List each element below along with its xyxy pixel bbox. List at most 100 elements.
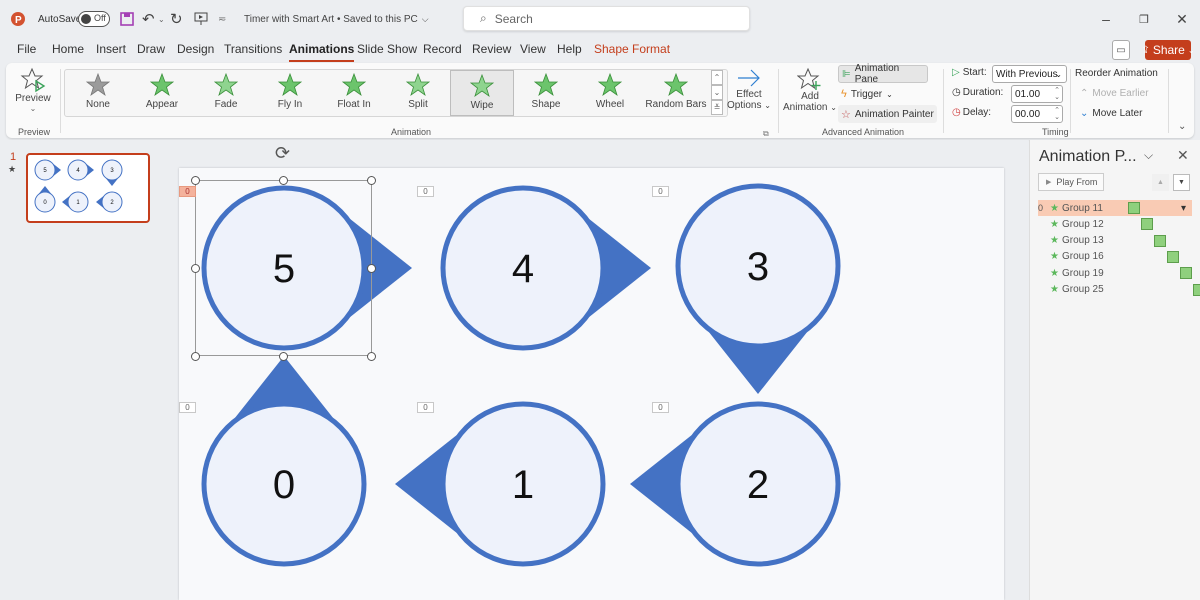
animation-pane-item[interactable]: ★ Group 19 [1038,265,1192,281]
undo-icon[interactable]: ↶ [142,0,155,38]
animation-tag[interactable]: 0 [417,186,434,197]
animation-fly-in[interactable]: Fly In [258,70,322,116]
tab-review[interactable]: Review [472,42,511,60]
animation-tag[interactable]: 0 [179,186,196,197]
pane-options-chevron-icon[interactable]: ⌵ [1144,148,1153,163]
thumbnail-shape[interactable]: 1 [62,191,89,213]
duration-input[interactable]: 01.00 ⌃ ⌄ [1011,85,1063,103]
resize-handle[interactable] [367,176,376,185]
move-down-button[interactable]: ▼ [1173,174,1190,191]
rotate-handle-icon[interactable]: ⟳ [275,143,290,164]
thumbnail-shape[interactable]: 5 [34,159,61,181]
autosave-label: AutoSave [38,13,82,25]
animation-none[interactable]: None [66,70,130,116]
thumbnail-shape[interactable]: 3 [101,159,123,186]
autosave-toggle[interactable]: Off [78,0,110,38]
dialog-launcher-icon[interactable]: ⧉ [763,129,769,139]
delay-input[interactable]: 00.00 ⌃ ⌄ [1011,105,1063,123]
timeline-bar[interactable] [1193,283,1200,296]
minimize-button[interactable]: – [1092,8,1120,30]
restore-button[interactable]: ❐ [1130,8,1158,30]
animation-tag[interactable]: 0 [417,402,434,413]
timeline-bar[interactable] [1128,202,1140,214]
animation-pane-item[interactable]: ★ Group 13 [1038,233,1192,249]
resize-handle[interactable] [191,264,200,273]
effect-options-button[interactable]: Effect Options ⌄ [727,67,771,119]
move-later-button[interactable]: ⌄ Move Later [1080,108,1142,119]
tab-draw[interactable]: Draw [137,42,165,60]
tab-slide-show[interactable]: Slide Show [357,42,417,60]
tab-design[interactable]: Design [177,42,214,60]
search-input[interactable]: ⌕ Search [463,6,750,31]
animation-pane-item[interactable]: ★ Group 12 [1038,216,1192,232]
redo-icon[interactable]: ↻ [170,0,183,38]
move-up-button[interactable]: ▲ [1152,174,1169,191]
resize-handle[interactable] [367,264,376,273]
comments-button[interactable]: ▭ [1112,40,1130,60]
document-title[interactable]: Timer with Smart Art • Saved to this PC ⌵ [244,0,429,38]
timeline-bar[interactable] [1180,267,1192,280]
animation-wheel[interactable]: Wheel [578,70,642,116]
animation-split[interactable]: Split [386,70,450,116]
thumbnail-shape[interactable]: 4 [67,159,94,181]
resize-handle[interactable] [191,176,200,185]
animation-pane-item[interactable]: ★ Group 25 [1038,282,1200,298]
tab-file[interactable]: File [17,42,36,60]
timeline-bar[interactable] [1167,250,1179,263]
spinner-icon[interactable]: ⌃ ⌄ [1054,87,1060,101]
tab-shape-format[interactable]: Shape Format [594,42,670,60]
close-button[interactable]: ✕ [1168,8,1196,30]
gallery-scroll-down[interactable]: ⌄ [711,85,723,100]
play-from-button[interactable]: ▶ Play From [1038,173,1104,191]
item-dropdown-icon[interactable]: ▾ [1181,203,1186,214]
thumbnail-shape[interactable]: 2 [96,191,123,213]
animation-wipe[interactable]: Wipe [450,70,514,116]
animation-random-bars[interactable]: Random Bars [642,70,710,116]
add-animation-label: Add [801,91,819,102]
animation-tag[interactable]: 0 [652,186,669,197]
animation-float-in[interactable]: Float In [322,70,386,116]
close-pane-button[interactable]: ✕ [1177,147,1189,164]
autosave-state: Off [94,13,106,23]
spinner-icon[interactable]: ⌃ ⌄ [1054,107,1060,121]
add-animation-button[interactable]: Add Animation ⌄ [782,67,838,119]
slide-thumbnail-1[interactable]: 543 012 [26,153,150,223]
tab-record[interactable]: Record [423,42,462,60]
resize-handle[interactable] [279,176,288,185]
animation-pane-item[interactable]: ★ Group 16 [1038,249,1192,265]
start-select[interactable]: With Previous ⌄ [992,65,1067,83]
trigger-button[interactable]: ϟ Trigger ⌄ [838,85,896,103]
animation-painter-button[interactable]: ☆ Animation Painter [838,105,937,123]
animation-shape[interactable]: Shape [514,70,578,116]
animation-pane-item[interactable]: 0 ★ Group 11 ▾ [1038,200,1192,216]
animation-pane-button[interactable]: ⊫ Animation Pane [838,63,928,85]
animation-appear[interactable]: Appear [130,70,194,116]
thumbnail-shape[interactable]: 0 [34,186,56,213]
present-icon[interactable] [194,0,208,38]
tab-animations[interactable]: Animations [289,42,355,62]
timeline-bar[interactable] [1154,234,1166,247]
preview-button[interactable]: Preview ⌄ [11,67,55,119]
tab-transitions[interactable]: Transitions [224,42,282,60]
gallery-scroll-up[interactable]: ⌃ [711,70,723,85]
resize-handle[interactable] [191,352,200,361]
save-icon[interactable] [120,0,134,38]
resize-handle[interactable] [367,352,376,361]
timeline-bar[interactable] [1141,218,1153,231]
animation-item-label: Group 16 [1061,251,1104,263]
gallery-expand[interactable]: ≚ [711,100,723,115]
move-earlier-button[interactable]: ⌃ Move Earlier [1080,88,1149,99]
tab-home[interactable]: Home [52,42,84,60]
share-button[interactable]: ⇪ Share ⌄ [1141,40,1195,60]
tab-view[interactable]: View [520,42,546,60]
customize-toolbar-icon[interactable]: ≂ [218,0,226,38]
animation-tag[interactable]: 0 [652,402,669,413]
animation-tag[interactable]: 0 [179,402,196,413]
animation-fade[interactable]: Fade [194,70,258,116]
collapse-ribbon-button[interactable]: ⌄ [1178,121,1186,132]
tab-insert[interactable]: Insert [96,42,126,60]
resize-handle[interactable] [279,352,288,361]
tab-help[interactable]: Help [557,42,582,60]
undo-dropdown-icon[interactable]: ⌄ [158,0,165,38]
thumbnail-preview: 5 4 3 0 1 2 [34,159,123,213]
